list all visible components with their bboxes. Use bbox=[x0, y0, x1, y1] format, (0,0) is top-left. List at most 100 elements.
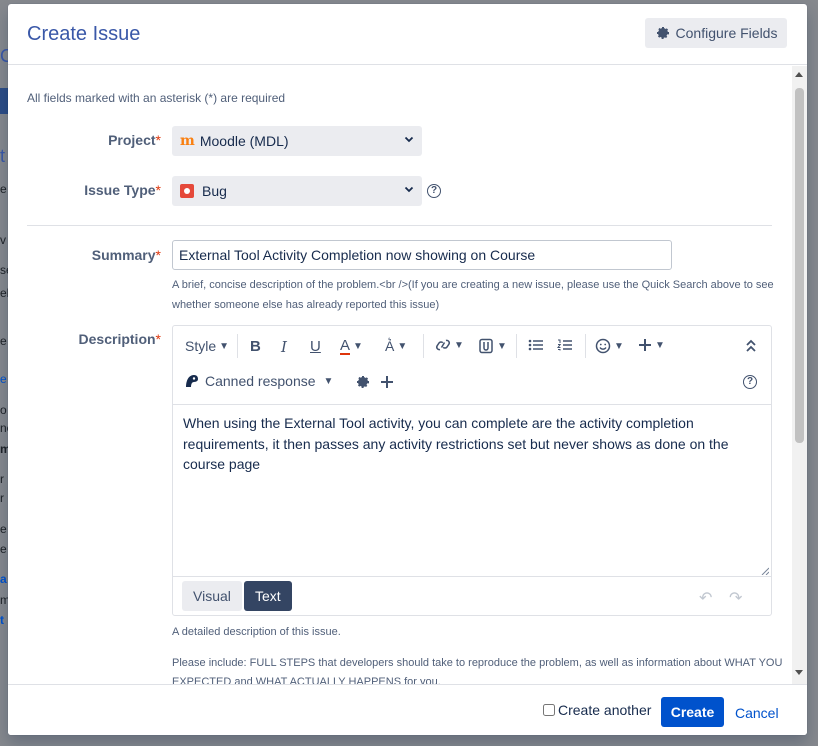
background-text: a bbox=[0, 572, 7, 586]
summary-label-text: Summary bbox=[91, 247, 156, 263]
emoji-button[interactable]: ▼ bbox=[595, 338, 624, 354]
canned-response-dropdown[interactable]: Canned response ▼ bbox=[185, 373, 333, 389]
project-select[interactable]: m Moodle (MDL) bbox=[172, 126, 422, 156]
summary-hint-line-2: whether someone else has already reporte… bbox=[172, 299, 440, 311]
more-formatting-button[interactable]: A͛ ▼ bbox=[385, 338, 407, 354]
summary-input[interactable] bbox=[172, 240, 672, 270]
scroll-down-arrow-icon[interactable] bbox=[795, 670, 803, 675]
issue-type-label-text: Issue Type bbox=[84, 182, 156, 198]
chevron-double-up-icon bbox=[746, 339, 756, 352]
description-label: Description* bbox=[8, 331, 161, 347]
bullet-list-icon bbox=[528, 339, 543, 351]
description-label-text: Description bbox=[78, 331, 156, 347]
chevron-down-icon: ▼ bbox=[219, 340, 230, 352]
toolbar-separator bbox=[423, 334, 424, 358]
description-textarea[interactable]: When using the External Tool activity, y… bbox=[173, 404, 771, 577]
text-color-button[interactable]: A ▼ bbox=[340, 338, 363, 355]
canned-response-label: Canned response bbox=[205, 373, 316, 389]
scrollbar-thumb[interactable] bbox=[795, 88, 804, 443]
create-button[interactable]: Create bbox=[661, 697, 724, 727]
dialog-body: All fields marked with an asterisk (*) a… bbox=[8, 66, 807, 684]
background-text: t bbox=[0, 613, 4, 627]
chevron-down-icon bbox=[404, 186, 414, 193]
section-divider bbox=[27, 225, 772, 226]
emoji-icon bbox=[595, 338, 611, 354]
italic-button[interactable]: I bbox=[281, 338, 287, 356]
create-issue-dialog: Create Issue Configure Fields All fields… bbox=[8, 4, 807, 735]
dialog-header: Create Issue Configure Fields bbox=[8, 4, 807, 65]
background-text: C bbox=[0, 46, 8, 66]
required-fields-note: All fields marked with an asterisk (*) a… bbox=[27, 91, 286, 105]
description-editor: Style ▼ B I U A ▼ A͛ ▼ ▼ ▼ ▼ ▼ Canned re… bbox=[172, 325, 772, 616]
background-text: v bbox=[0, 233, 6, 247]
background-text: e bbox=[0, 522, 7, 536]
toolbar-separator bbox=[516, 334, 517, 358]
numbered-list-button[interactable] bbox=[557, 338, 573, 352]
cancel-link[interactable]: Cancel bbox=[735, 705, 779, 721]
required-asterisk: * bbox=[155, 331, 161, 347]
chevron-down-icon: ▼ bbox=[614, 340, 624, 352]
moodle-logo-icon: m bbox=[180, 133, 195, 149]
issue-type-select[interactable]: Bug bbox=[172, 176, 422, 206]
bold-button[interactable]: B bbox=[250, 338, 261, 355]
editor-help-icon[interactable]: ? bbox=[743, 375, 757, 389]
background-text: o bbox=[0, 403, 7, 417]
gear-icon bbox=[357, 376, 369, 388]
background-text: r bbox=[0, 472, 4, 486]
dialog-title: Create Issue bbox=[27, 23, 141, 45]
canned-response-settings-button[interactable] bbox=[355, 374, 371, 390]
add-canned-response-button[interactable] bbox=[380, 375, 394, 389]
attachment-button[interactable]: ▼ bbox=[478, 338, 507, 354]
chevron-down-icon: ▼ bbox=[454, 339, 464, 351]
chevron-down-icon: ▼ bbox=[397, 340, 408, 352]
create-another-checkbox[interactable] bbox=[543, 704, 555, 716]
chevron-down-icon: ▼ bbox=[323, 375, 334, 387]
issue-type-label: Issue Type* bbox=[8, 182, 161, 198]
background-text: t bbox=[0, 146, 6, 166]
visual-mode-button[interactable]: Visual bbox=[182, 581, 242, 611]
project-label-text: Project bbox=[108, 132, 156, 148]
summary-label: Summary* bbox=[8, 247, 161, 263]
background-text: m bbox=[0, 442, 8, 456]
underline-button[interactable]: U bbox=[310, 338, 321, 355]
dialog-footer: Create another Create Cancel bbox=[8, 684, 807, 735]
collapse-toolbar-button[interactable] bbox=[745, 339, 757, 353]
dialog-scrollbar[interactable] bbox=[792, 66, 807, 684]
background-nav-strip bbox=[0, 88, 8, 114]
gear-icon bbox=[656, 27, 669, 39]
project-select-value: Moodle (MDL) bbox=[199, 133, 289, 149]
configure-fields-label: Configure Fields bbox=[675, 25, 778, 41]
text-mode-button[interactable]: Text bbox=[244, 581, 292, 611]
undo-icon[interactable]: ↶ bbox=[699, 588, 712, 608]
plus-icon bbox=[381, 376, 393, 388]
scroll-up-arrow-icon[interactable] bbox=[795, 72, 803, 77]
configure-fields-button[interactable]: Configure Fields bbox=[645, 18, 787, 48]
toolbar-separator bbox=[585, 334, 586, 358]
background-text: e bbox=[0, 372, 7, 386]
background-text: e bbox=[0, 182, 7, 196]
background-text: e bbox=[0, 334, 7, 348]
numbered-list-icon bbox=[557, 339, 572, 351]
background-text: el bbox=[0, 286, 8, 300]
summary-hint-line-1: A brief, concise description of the prob… bbox=[172, 279, 774, 291]
description-include-line-1: Please include: FULL STEPS that develope… bbox=[172, 657, 783, 669]
chevron-down-icon: ▼ bbox=[353, 341, 363, 352]
redo-icon[interactable]: ↷ bbox=[729, 588, 742, 608]
required-asterisk: * bbox=[155, 182, 161, 198]
style-dropdown[interactable]: Style ▼ bbox=[185, 338, 229, 354]
background-text: nc bbox=[0, 421, 8, 435]
link-button[interactable]: ▼ bbox=[435, 338, 464, 352]
background-text: r bbox=[0, 491, 4, 505]
chevron-down-icon bbox=[404, 136, 414, 143]
attachment-icon bbox=[479, 338, 493, 354]
resize-handle-icon[interactable] bbox=[761, 567, 769, 575]
bullet-list-button[interactable] bbox=[528, 338, 544, 352]
canned-response-icon bbox=[186, 375, 198, 387]
create-another-label: Create another bbox=[558, 702, 652, 718]
text-effects-icon: A͛ bbox=[385, 338, 395, 354]
toolbar-separator bbox=[237, 334, 238, 358]
chevron-down-icon: ▼ bbox=[497, 340, 507, 352]
issue-type-help-icon[interactable]: ? bbox=[427, 184, 441, 198]
insert-more-button[interactable]: ▼ bbox=[638, 338, 665, 352]
create-another-option[interactable]: Create another bbox=[543, 702, 651, 718]
